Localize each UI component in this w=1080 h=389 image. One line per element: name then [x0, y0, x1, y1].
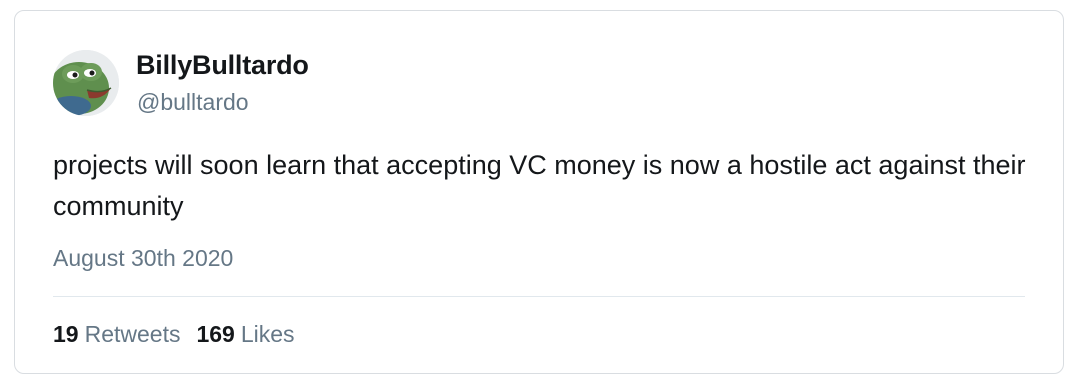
likes-stat[interactable]: 169 Likes — [196, 321, 294, 348]
retweet-count: 19 — [53, 321, 79, 347]
tweet-date[interactable]: August 30th 2020 — [53, 245, 233, 272]
user-handle[interactable]: @bulltardo — [137, 89, 249, 116]
like-count: 169 — [196, 321, 235, 347]
divider — [53, 296, 1025, 297]
tweet-card: BillyBulltardo @bulltardo projects will … — [14, 10, 1064, 374]
display-name[interactable]: BillyBulltardo — [136, 50, 309, 81]
like-label: Likes — [240, 321, 295, 347]
retweet-label: Retweets — [84, 321, 181, 347]
tweet-stats: 19 Retweets 169 Likes — [53, 321, 295, 348]
tweet-text: projects will soon learn that accepting … — [53, 150, 1026, 221]
retweets-stat[interactable]: 19 Retweets — [53, 321, 180, 348]
frog-avatar-icon[interactable] — [53, 50, 119, 116]
